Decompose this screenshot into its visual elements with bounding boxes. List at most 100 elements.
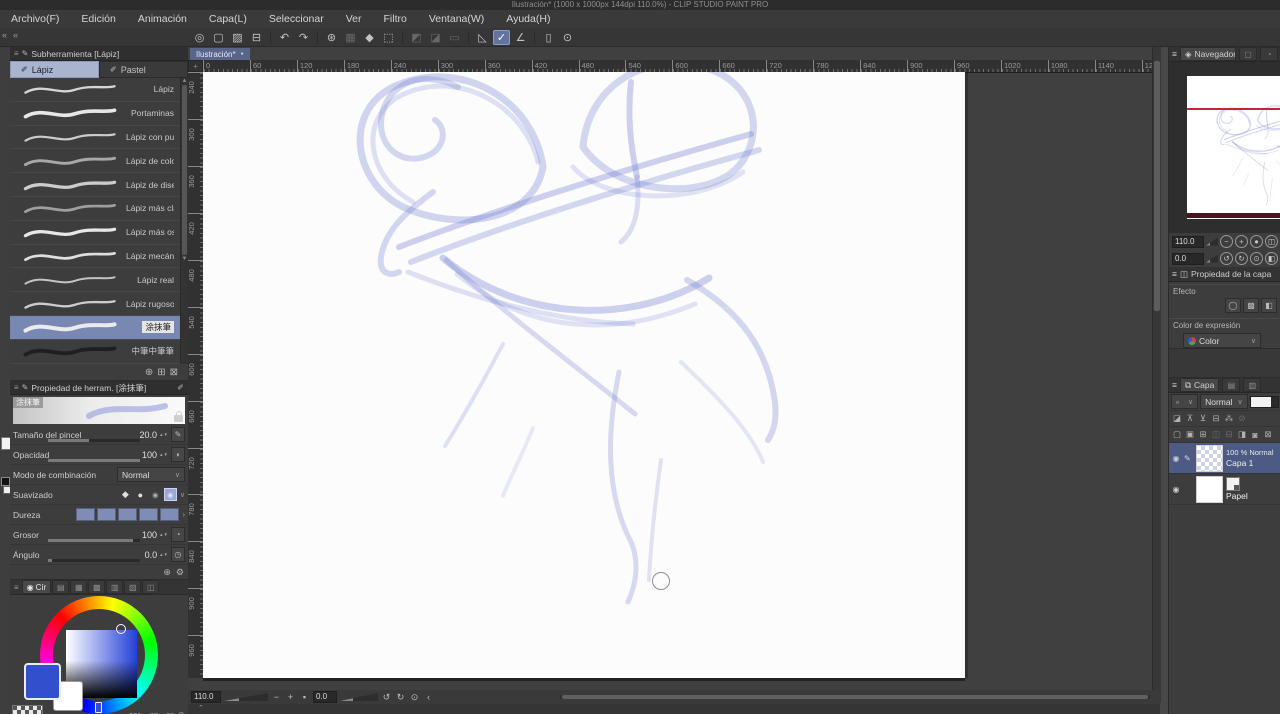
information-tab-icon[interactable]: ▢ <box>1239 47 1257 61</box>
brush-item[interactable]: Lápiz más claro <box>10 197 188 221</box>
panel-menu-icon[interactable]: ≡ <box>1172 49 1177 59</box>
invert-selection-icon[interactable]: ▦ <box>342 30 359 45</box>
menu-item[interactable]: Ver <box>335 10 373 28</box>
hardness-level-4[interactable] <box>139 508 158 521</box>
rotate-left-icon[interactable]: ↺ <box>381 692 392 703</box>
panel-menu-icon[interactable]: ≡ <box>1172 269 1177 279</box>
ruler-origin-button[interactable]: + <box>188 60 203 72</box>
layer-color-effect-icon[interactable]: ◧ <box>1261 298 1277 313</box>
delete-subtool-icon[interactable]: ⊠ <box>170 367 178 378</box>
new-folder-icon[interactable]: ⊞ <box>1197 429 1209 441</box>
brush-size-slider[interactable] <box>48 439 140 442</box>
brush-size-stepper[interactable]: 20.0 ▲▼ <box>140 430 168 440</box>
intermediate-color-tab-icon[interactable]: ▩ <box>88 580 105 594</box>
opacity-source-icon[interactable]: ◗ <box>171 447 185 462</box>
rotation-value[interactable]: 0.0 <box>313 691 337 703</box>
brush-item[interactable]: Lápiz con puntas <box>10 126 188 150</box>
stepper-arrows-icon[interactable]: ▲▼ <box>159 553 168 557</box>
brush-item[interactable]: Lápiz de diseño <box>10 173 188 197</box>
open-file-icon[interactable]: ▨ <box>229 30 246 45</box>
menu-item[interactable]: Archivo(F) <box>0 10 70 28</box>
reset-rotation-icon[interactable]: ⊙ <box>1250 252 1263 265</box>
ruler-layer-icon[interactable]: ⁂ <box>1223 413 1235 425</box>
menu-item[interactable]: Seleccionar <box>258 10 335 28</box>
expression-color-dropdown[interactable]: Color ∨ <box>1183 333 1261 348</box>
layer-row-papel[interactable]: ◉ Papel <box>1169 474 1280 505</box>
opacity-slider[interactable] <box>48 459 140 462</box>
stepper-arrows-icon[interactable]: ▲▼ <box>159 453 168 457</box>
scale-rotate-icon[interactable]: ◩ <box>408 30 425 45</box>
navigator-zoom-value[interactable]: 110.0 <box>1172 236 1204 248</box>
hardness-level-5[interactable] <box>160 508 179 521</box>
zoom-out-icon[interactable]: − <box>271 692 282 703</box>
rotate-right-icon[interactable]: ↻ <box>395 692 406 703</box>
clip-to-below-icon[interactable]: ◪ <box>1171 413 1183 425</box>
menu-item[interactable]: Edición <box>70 10 126 28</box>
sv-cursor[interactable] <box>116 624 126 634</box>
panel-menu-icon[interactable]: ≡ <box>1172 380 1177 390</box>
menu-item[interactable]: Ventana(W) <box>418 10 495 28</box>
register-initial-settings-icon[interactable]: ⊕ <box>163 567 171 578</box>
enable-mask-icon[interactable]: ⊟ <box>1210 413 1222 425</box>
register-subtool-icon[interactable]: ⊕ <box>145 367 153 378</box>
hardness-level-2[interactable] <box>97 508 116 521</box>
save-file-icon[interactable]: ⊟ <box>248 30 265 45</box>
navigator-zoom-slider[interactable] <box>1206 238 1218 246</box>
scrollbar-thumb[interactable] <box>562 695 1148 699</box>
layers-tab[interactable]: ⧉ Capa <box>1180 378 1219 392</box>
palette-color-dropdown[interactable]: ▫ ∨ <box>1171 394 1198 409</box>
document-tab[interactable]: Ilustración* ● <box>190 48 250 60</box>
navigator-rotation-slider[interactable] <box>1206 255 1218 263</box>
hardness-level-1[interactable] <box>76 508 95 521</box>
brush-item[interactable]: Lápiz de color <box>10 149 188 173</box>
lock-transparency-icon[interactable]: ⊻ <box>1197 413 1209 425</box>
smoothing-option-circle[interactable]: ● <box>134 488 147 501</box>
brush-item[interactable]: Lápiz mecánico <box>10 245 188 269</box>
delete-layer-icon[interactable]: ⊠ <box>1262 429 1274 441</box>
brush-item[interactable]: Lápiz más oscuro <box>10 221 188 245</box>
tone-effect-icon[interactable]: ▩ <box>1243 298 1259 313</box>
subtool-tab[interactable]: ✐ Pastel <box>99 61 188 78</box>
smoothing-option-softest[interactable]: ● <box>164 488 177 501</box>
navigator-tab[interactable]: ◈ Navegador <box>1180 47 1236 61</box>
layer-opacity-slider[interactable] <box>1250 396 1279 408</box>
angle-stepper[interactable]: 0.0 ▲▼ <box>145 550 168 560</box>
canvas-document[interactable] <box>203 72 965 678</box>
selection-launcher-icon[interactable]: ▭ <box>446 30 463 45</box>
apply-mask-icon[interactable]: ◙ <box>1249 429 1261 441</box>
register-color-icon[interactable]: ⊙ <box>177 710 185 714</box>
angle-slider[interactable] <box>48 559 140 562</box>
undo-icon[interactable]: ↶ <box>276 30 293 45</box>
close-tab-icon[interactable]: ● <box>241 51 244 57</box>
zoom-out-icon[interactable]: − <box>1220 235 1233 248</box>
navigator-preview[interactable] <box>1169 62 1280 233</box>
chevron-down-icon[interactable]: ∨ <box>180 491 185 499</box>
create-mask-icon[interactable]: ◨ <box>1236 429 1248 441</box>
hue-cursor[interactable] <box>95 702 102 713</box>
scrollbar-thumb[interactable] <box>1154 61 1160 311</box>
reset-rotation-icon[interactable]: ⊙ <box>409 692 420 703</box>
smoothing-option-soft[interactable]: ● <box>149 488 162 501</box>
fit-to-window-icon[interactable]: ▪ <box>299 692 310 703</box>
opacity-stepper[interactable]: 100 ▲▼ <box>142 450 168 460</box>
color-mixing-tab-icon[interactable]: ◫ <box>142 580 159 594</box>
brush-item[interactable]: Lápiz <box>10 78 188 102</box>
brush-item[interactable]: 中筆中筆筆 <box>10 340 188 364</box>
fit-to-screen-icon[interactable]: ◫ <box>1265 235 1278 248</box>
stepper-arrows-icon[interactable]: ▲▼ <box>159 533 168 537</box>
color-slider-tab-icon[interactable]: ▤ <box>52 580 69 594</box>
navigator-rotation-value[interactable]: 0.0 <box>1172 253 1204 265</box>
lock-icon[interactable] <box>174 415 183 422</box>
crop-icon[interactable]: ⬚ <box>380 30 397 45</box>
zoom-value[interactable]: 110.0 <box>191 691 221 703</box>
color-history-tab-icon[interactable]: ▧ <box>124 580 141 594</box>
menu-item[interactable]: Capa(L) <box>198 10 258 28</box>
layer-blend-mode-dropdown[interactable]: Normal ∨ <box>1200 394 1248 409</box>
brush-item[interactable]: Portaminas <box>10 102 188 126</box>
color-wheel-tab[interactable]: ◉ Cír <box>22 580 52 594</box>
chevron-right-icon[interactable]: › <box>182 510 185 519</box>
rotate-right-icon[interactable]: ↻ <box>1235 252 1248 265</box>
snap-to-grid-icon[interactable]: ∠ <box>512 30 529 45</box>
snap-to-special-ruler-icon[interactable]: ✓ <box>493 30 510 45</box>
layer-visibility-icon[interactable]: ◉ <box>1171 454 1181 463</box>
